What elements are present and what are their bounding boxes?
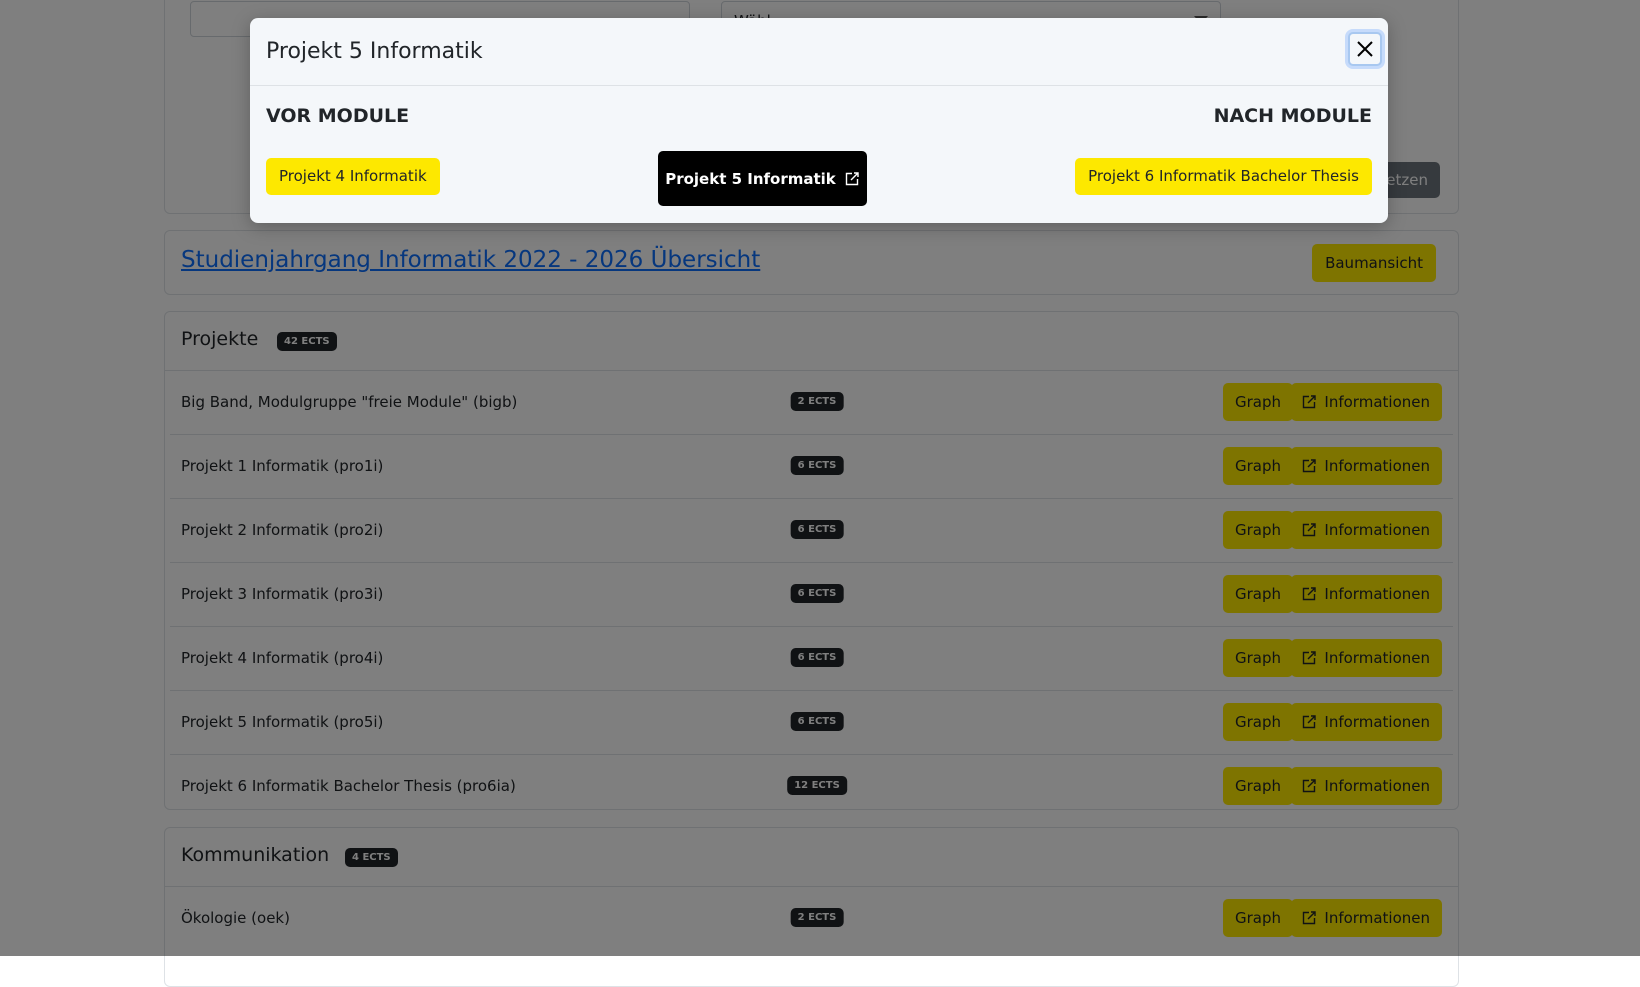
predecessor-module-button[interactable]: Projekt 4 Informatik <box>266 158 440 195</box>
successor-module-button[interactable]: Projekt 6 Informatik Bachelor Thesis <box>1075 158 1372 195</box>
modal-title: Projekt 5 Informatik <box>266 39 483 64</box>
predecessor-heading: VOR MODULE <box>266 105 410 127</box>
external-link-icon <box>845 171 859 185</box>
current-module-button[interactable]: Projekt 5 Informatik <box>658 151 867 206</box>
close-icon <box>1357 41 1373 57</box>
modal-header: Projekt 5 Informatik <box>250 18 1388 86</box>
current-module-label: Projekt 5 Informatik <box>665 169 836 188</box>
successor-heading: NACH MODULE <box>1213 105 1372 127</box>
close-button[interactable] <box>1348 32 1382 66</box>
module-graph-modal: Projekt 5 Informatik VOR MODULE NACH MOD… <box>250 18 1388 223</box>
modal-body: VOR MODULE NACH MODULE Projekt 4 Informa… <box>250 86 1388 223</box>
